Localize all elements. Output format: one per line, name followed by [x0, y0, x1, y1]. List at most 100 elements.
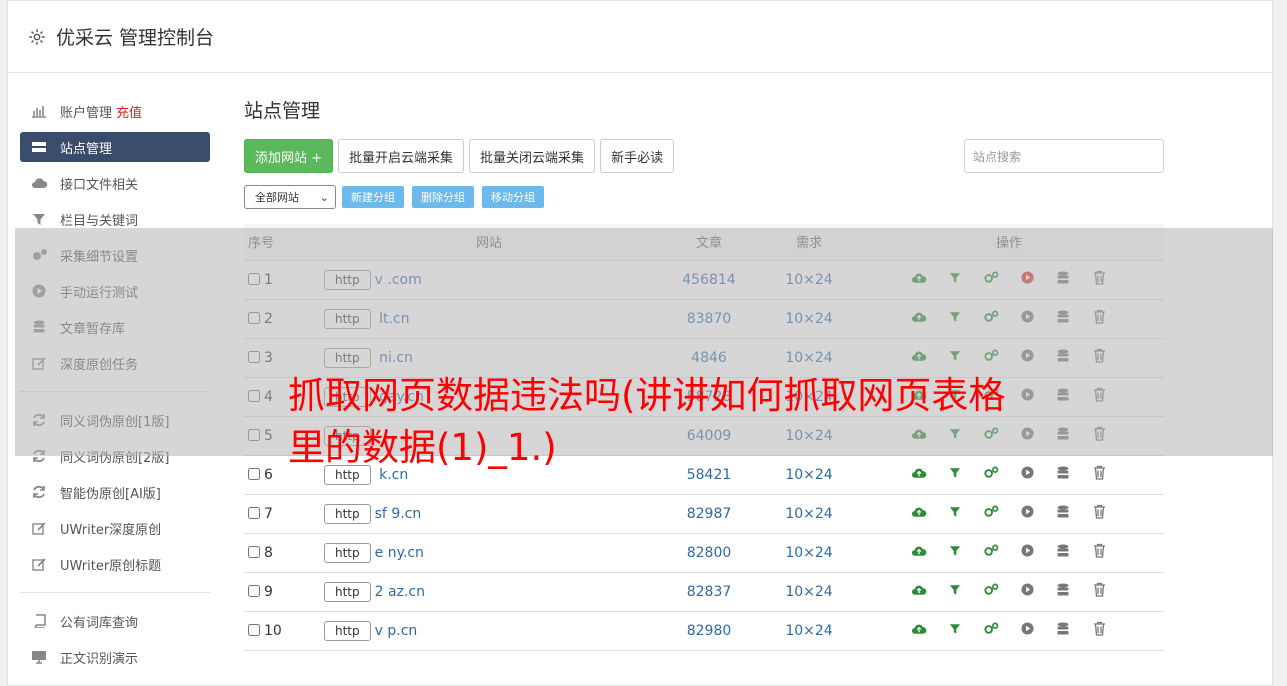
filter-icon[interactable] [937, 584, 973, 600]
edit-icon [30, 521, 48, 535]
protocol-badge[interactable]: http [324, 581, 371, 602]
database-icon[interactable] [1045, 544, 1081, 562]
add-site-button[interactable]: 添加网站 + [244, 139, 334, 173]
cloud-upload-icon[interactable] [901, 584, 937, 600]
sidebar-item[interactable]: 站点管理 [20, 132, 210, 162]
protocol-badge[interactable]: http [324, 503, 371, 524]
monitor-icon [30, 650, 48, 664]
cloud-upload-icon[interactable] [901, 506, 937, 522]
site-search-input[interactable]: 站点搜索 [964, 139, 1164, 173]
row-checkbox[interactable] [248, 584, 260, 597]
sidebar-item[interactable]: 正文识别演示 [20, 639, 210, 675]
sidebar-item-label: 智能伪原创[AI版] [60, 486, 161, 502]
trash-icon[interactable] [1081, 465, 1117, 484]
article-count[interactable]: 82980 [654, 611, 764, 651]
site-url[interactable]: 2 az.cn [375, 584, 425, 600]
trash-icon[interactable] [1081, 582, 1117, 601]
article-count[interactable]: 82987 [654, 494, 764, 534]
top-bar: 优采云 管理控制台 [8, 1, 1272, 73]
table-row: 9 http 2 az.cn 82837 10×24 [244, 572, 1164, 612]
sidebar-item-label: UWriter原创标题 [60, 558, 162, 574]
edit-icon [30, 557, 48, 571]
requirement[interactable]: 10×24 [764, 494, 854, 534]
filter-icon[interactable] [937, 623, 973, 639]
row-number: 10 [264, 622, 282, 639]
recharge-link[interactable]: 充值 [116, 102, 142, 121]
batch-enable-button[interactable]: 批量开启云端采集 [338, 139, 465, 173]
bar-chart-icon [30, 104, 48, 118]
database-icon[interactable] [1045, 622, 1081, 640]
cloud-upload-icon[interactable] [901, 623, 937, 639]
requirement[interactable]: 10×24 [764, 572, 854, 612]
group-select-value: 全部网站 [255, 191, 299, 204]
play-icon[interactable] [1009, 544, 1045, 561]
sidebar-divider [20, 592, 210, 593]
batch-disable-button[interactable]: 批量关闭云端采集 [469, 139, 596, 173]
group-select[interactable]: 全部网站 ⌄ [244, 185, 336, 209]
gears-icon[interactable] [973, 505, 1009, 522]
gears-icon[interactable] [973, 622, 1009, 639]
trash-icon[interactable] [1081, 621, 1117, 640]
site-cell: http sf 9.cn [324, 494, 654, 534]
newbie-guide-button[interactable]: 新手必读 [600, 139, 675, 173]
site-url[interactable]: v p.cn [375, 623, 418, 639]
operations-cell [854, 533, 1164, 573]
sidebar-item[interactable]: UWriter原创标题 [20, 546, 210, 582]
trash-icon[interactable] [1081, 543, 1117, 562]
cloud-upload-icon[interactable] [901, 545, 937, 561]
table-row: 10 http v p.cn 82980 10×24 [244, 611, 1164, 651]
row-index: 8 [244, 533, 324, 573]
database-icon[interactable] [1045, 466, 1081, 484]
protocol-badge[interactable]: http [324, 542, 371, 563]
sidebar-item-label: 站点管理 [60, 141, 113, 157]
sidebar-item[interactable]: 接口文件相关 [20, 165, 210, 201]
gear-icon[interactable] [28, 28, 46, 46]
site-url[interactable]: e ny.cn [375, 545, 424, 561]
filter-icon[interactable] [937, 545, 973, 561]
protocol-badge[interactable]: http [324, 620, 371, 641]
group-toolbar: 全部网站 ⌄ 新建分组 删除分组 移动分组 [244, 185, 1164, 209]
sidebar-item[interactable]: 账户管理 充值 [20, 93, 210, 129]
gears-icon[interactable] [973, 583, 1009, 600]
row-checkbox[interactable] [248, 506, 260, 519]
database-icon[interactable] [1045, 505, 1081, 523]
row-number: 7 [264, 505, 273, 522]
filter-icon[interactable] [937, 506, 973, 522]
server-icon [30, 140, 48, 154]
article-count[interactable]: 82837 [654, 572, 764, 612]
operations-cell [854, 611, 1164, 651]
row-checkbox[interactable] [248, 545, 260, 558]
trash-icon[interactable] [1081, 504, 1117, 523]
table-row: 7 http sf 9.cn 82987 10×24 [244, 494, 1164, 534]
row-checkbox[interactable] [248, 623, 260, 636]
table-row: 8 http e ny.cn 82800 10×24 [244, 533, 1164, 573]
sidebar-item-label: 账户管理 [60, 105, 113, 121]
requirement[interactable]: 10×24 [764, 533, 854, 573]
delete-group-button[interactable]: 删除分组 [412, 186, 474, 208]
play-icon[interactable] [1009, 583, 1045, 600]
database-icon[interactable] [1045, 583, 1081, 601]
article-count[interactable]: 82800 [654, 533, 764, 573]
row-index: 10 [244, 611, 324, 651]
site-url[interactable]: sf 9.cn [375, 506, 422, 522]
play-icon[interactable] [1009, 622, 1045, 639]
gears-icon[interactable] [973, 544, 1009, 561]
row-checkbox[interactable] [248, 467, 260, 480]
site-cell: http v p.cn [324, 611, 654, 651]
operations-cell [854, 494, 1164, 534]
site-cell: http 2 az.cn [324, 572, 654, 612]
sidebar-item[interactable]: UWriter深度原创 [20, 510, 210, 546]
site-cell: http e ny.cn [324, 533, 654, 573]
sidebar-item[interactable]: 智能伪原创[AI版] [20, 474, 210, 510]
sidebar-item-label: 接口文件相关 [60, 177, 139, 193]
book-icon [30, 614, 48, 628]
requirement[interactable]: 10×24 [764, 611, 854, 651]
chevron-down-icon: ⌄ [319, 190, 329, 204]
play-icon[interactable] [1009, 505, 1045, 522]
move-group-button[interactable]: 移动分组 [482, 186, 544, 208]
watermark-text: 抓取网页数据违法吗(讲讲如何抓取网页表格里的数据(1)_1.) [288, 374, 1006, 469]
refresh-icon [30, 485, 48, 499]
new-group-button[interactable]: 新建分组 [342, 186, 404, 208]
row-index: 7 [244, 494, 324, 534]
sidebar-item[interactable]: 公有词库查询 [20, 603, 210, 639]
